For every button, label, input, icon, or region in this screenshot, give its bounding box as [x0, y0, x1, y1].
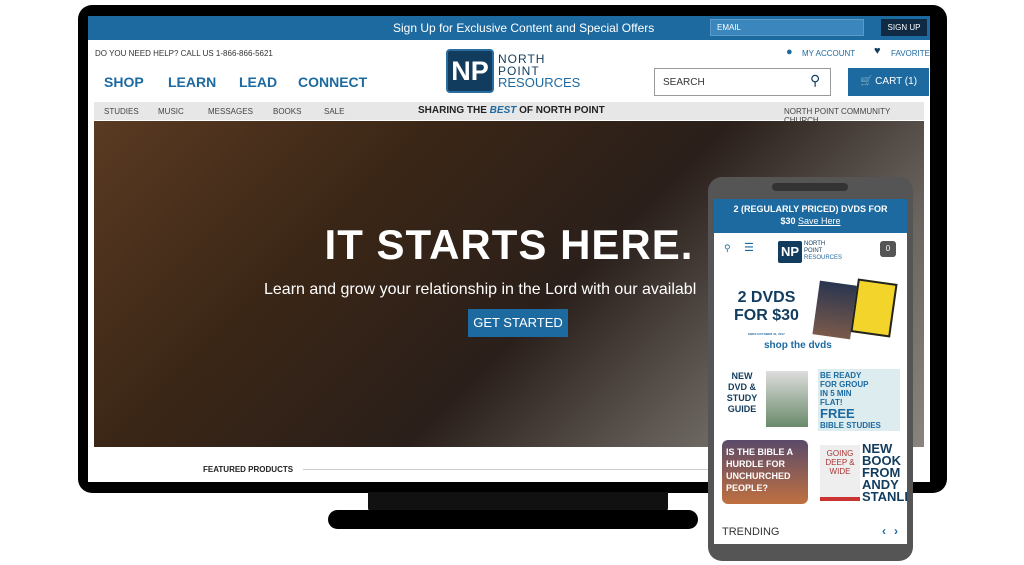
search-icon[interactable]: ⚲	[810, 72, 820, 89]
prev-arrow-icon[interactable]: ‹	[882, 524, 886, 538]
tile-free-bible-studies[interactable]: BE READY FOR GROUP IN 5 MIN FLAT! FREE BIB…	[818, 369, 900, 431]
nav-lead[interactable]: LEAD	[239, 74, 277, 90]
signup-bar: Sign Up for Exclusive Content and Specia…	[88, 16, 930, 40]
shop-dvds-link[interactable]: shop the dvds	[764, 340, 832, 351]
mobile-website: 2 (REGULARLY PRICED) DVDS FOR $30 Save H…	[714, 199, 907, 544]
subnav-sale[interactable]: SALE	[324, 107, 344, 116]
nav-learn[interactable]: LEARN	[168, 74, 216, 90]
nav-shop[interactable]: SHOP	[104, 74, 144, 90]
tile-new-book[interactable]: NEW BOOK FROM ANDY STANLEY	[862, 442, 907, 503]
tile-dvd-study-guide[interactable]: NEW DVD & STUDY GUIDE	[722, 371, 762, 415]
monitor-stand-neck	[368, 492, 668, 512]
search-input[interactable]: SEARCH	[654, 68, 831, 96]
logo[interactable]: NP NORTH POINT RESOURCES	[446, 49, 580, 93]
featured-products-heading: FEATURED PRODUCTS	[203, 465, 294, 474]
nav-connect[interactable]: CONNECT	[298, 74, 367, 90]
hero-subtitle: Learn and grow your relationship in the …	[264, 281, 697, 298]
phone-speaker	[772, 183, 848, 191]
subnav-books[interactable]: BOOKS	[273, 107, 301, 116]
dvd-deal[interactable]: 2 DVDS FOR $30 ENDS OCTOBER 31, 2017	[734, 289, 799, 343]
cart-icon[interactable]: 0	[880, 241, 896, 257]
help-text: DO YOU NEED HELP? CALL US 1-866-866-5621	[95, 49, 273, 58]
next-arrow-icon[interactable]: ›	[894, 524, 898, 538]
trending-heading: TRENDING	[722, 526, 780, 538]
user-icon: ●	[786, 46, 793, 58]
cart-icon: 🛒	[859, 76, 876, 87]
logo-mark: NP	[778, 241, 802, 263]
cart-button[interactable]: 🛒 CART (1)	[848, 68, 929, 96]
menu-icon[interactable]: ☰	[744, 241, 754, 254]
sub-navigation: STUDIES MUSIC MESSAGES BOOKS SALE SHARIN…	[94, 102, 924, 125]
heart-icon: ♥	[874, 45, 881, 57]
search-icon[interactable]: ⚲	[724, 243, 731, 254]
promo-price: $30	[780, 216, 796, 226]
logo-mark: NP	[446, 49, 494, 93]
tile-bible-hurdle[interactable]: IS THE BIBLE A HURDLE FOR UNCHURCHED PEO…	[722, 440, 808, 504]
save-here-link[interactable]: Save Here	[798, 216, 841, 226]
subnav-messages[interactable]: MESSAGES	[208, 107, 253, 116]
study-guide-image	[766, 371, 808, 427]
signup-message: Sign Up for Exclusive Content and Specia…	[393, 21, 655, 35]
monitor-stand-base	[328, 510, 698, 529]
cart-label: CART (1)	[875, 76, 918, 87]
favorites-link[interactable]: FAVORITES	[891, 49, 930, 58]
tagline: SHARING THE BEST OF NORTH POINT	[418, 105, 605, 116]
book-cover: GOING DEEP & WIDE	[820, 445, 860, 501]
promo-text: 2 (REGULARLY PRICED) DVDS FOR	[733, 204, 888, 214]
subnav-music[interactable]: MUSIC	[158, 107, 184, 116]
get-started-button[interactable]: GET STARTED	[468, 309, 568, 337]
mobile-promo-bar: 2 (REGULARLY PRICED) DVDS FOR $30 Save H…	[714, 199, 907, 233]
signup-button[interactable]: SIGN UP	[881, 19, 927, 36]
subnav-studies[interactable]: STUDIES	[104, 107, 139, 116]
dvd-cover	[850, 278, 898, 338]
logo-line: RESOURCES	[498, 75, 581, 90]
email-input[interactable]: EMAIL	[710, 19, 864, 36]
mobile-phone: 2 (REGULARLY PRICED) DVDS FOR $30 Save H…	[708, 177, 913, 561]
mobile-logo[interactable]: NP NORTH POINT RESOURCES	[778, 241, 842, 263]
my-account-link[interactable]: MY ACCOUNT	[802, 49, 855, 58]
